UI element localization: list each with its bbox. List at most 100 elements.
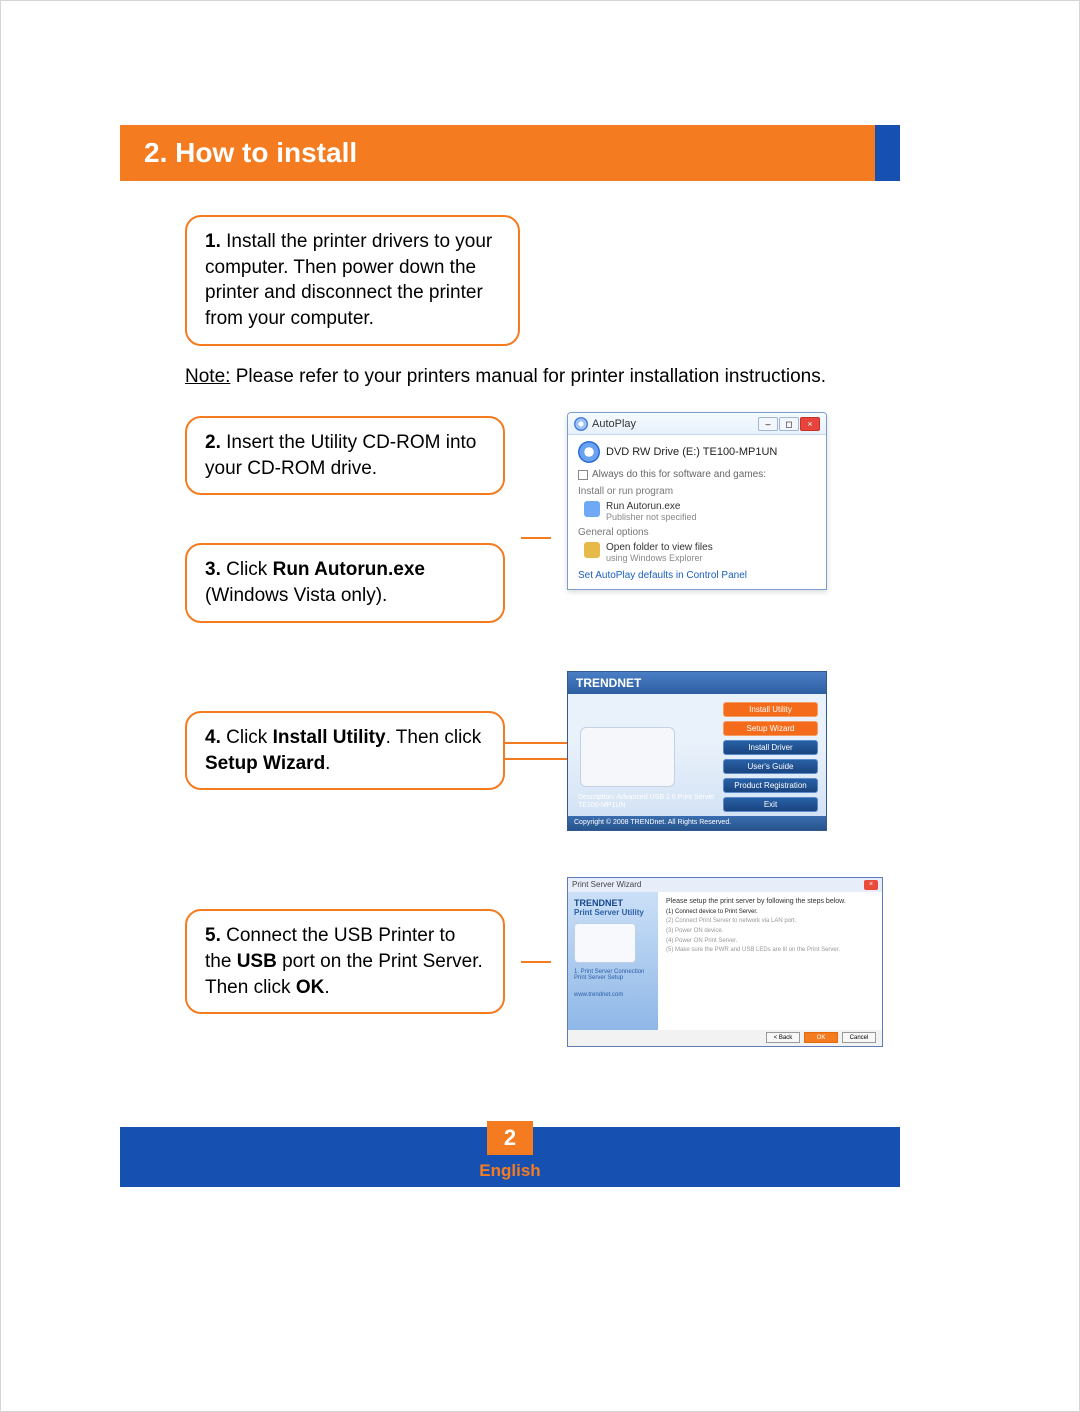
step-5-b2: OK [296,977,325,998]
wizard-side-2: Print Server Setup [574,975,652,982]
cd-icon [574,417,588,431]
device-image [580,727,675,787]
wizard-opt-4: (4) Power ON Print Server. [666,938,874,945]
minimize-icon[interactable]: – [758,417,778,431]
close-icon[interactable]: × [864,880,878,890]
steps-2-3-col: 2. Insert the Utility CD-ROM into your C… [185,412,505,623]
row-installer: 4. Click Install Utility. Then click Set… [185,671,885,831]
step-2-number: 2. [205,432,221,453]
step-3-number: 3. [205,559,221,580]
window-buttons: – ◻ × [758,417,820,431]
step-4-b2: Setup Wizard [205,753,325,774]
installer-caption-2: TE100-MP1UN [578,802,625,809]
users-guide-button[interactable]: User's Guide [723,759,818,774]
setup-wizard-button[interactable]: Setup Wizard [723,721,818,736]
step-3-post: (Windows Vista only). [205,585,387,606]
autoplay-window: AutoPlay – ◻ × DVD RW Drive (E:) TE100-M… [567,412,827,590]
step-3-box: 3. Click Run Autorun.exe (Windows Vista … [185,543,505,622]
page-footer: 2 English [120,1127,900,1187]
installer-brand-bar: TRENDNET [568,672,826,694]
run-autorun-text: Run Autorun.exe Publisher not specified [606,501,697,523]
installer-caption: Description: Advanced USB 2.0 Print Serv… [578,794,715,809]
wizard-sidebar: TRENDNET Print Server Utility 1. Print S… [568,892,658,1030]
step-5-box: 5. Connect the USB Printer to the USB po… [185,909,505,1014]
installer-menu: Install Utility Setup Wizard Install Dri… [723,702,818,816]
note-line: Note: Please refer to your printers manu… [185,364,885,391]
wizard-opt-5: (5) Make sure the PWR and USB LEDs are l… [666,947,874,954]
section-header: 2. How to install [120,125,875,181]
cancel-button[interactable]: Cancel [842,1032,876,1043]
page-number-badge: 2 [487,1121,533,1155]
language-label: English [120,1161,900,1181]
autoplay-body: DVD RW Drive (E:) TE100-MP1UN Always do … [568,435,826,589]
back-button[interactable]: < Back [766,1032,800,1043]
drive-row: DVD RW Drive (E:) TE100-MP1UN [578,441,816,463]
autoplay-defaults-link[interactable]: Set AutoPlay defaults in Control Panel [578,570,816,581]
folder-icon [584,542,600,558]
wizard-window: Print Server Wizard × TRENDNET Print Ser… [567,877,883,1047]
device-thumb [574,923,636,963]
step-1-number: 1. [205,231,221,252]
checkbox-icon[interactable] [578,470,588,480]
step-4-pre: Click [221,727,273,748]
connector-line [521,537,551,539]
step-4-post: . [325,753,330,774]
content-area: 1. Install the printer drivers to your c… [185,215,885,1047]
wizard-url: www.trendnet.com [574,992,652,999]
drive-label: DVD RW Drive (E:) TE100-MP1UN [606,446,777,458]
open-sub: using Windows Explorer [606,553,703,563]
wizard-brand: TRENDNET [574,898,652,908]
step-4-col: 4. Click Install Utility. Then click Set… [185,711,505,790]
wizard-main: Please setup the print server by followi… [658,892,882,1030]
install-utility-button[interactable]: Install Utility [723,702,818,717]
installer-brand: TRENDNET [576,676,641,690]
step-2-box: 2. Insert the Utility CD-ROM into your C… [185,416,505,495]
step-5-b1: USB [237,951,277,972]
autoplay-titlebar: AutoPlay – ◻ × [568,413,826,435]
installer-window: TRENDNET Install Utility Setup Wizard In… [567,671,827,831]
installer-footer: Copyright © 2008 TRENDnet. All Rights Re… [568,816,826,830]
open-name: Open folder to view files [606,542,713,553]
step-5-number: 5. [205,925,221,946]
row-wizard: 5. Connect the USB Printer to the USB po… [185,877,885,1047]
close-icon[interactable]: × [800,417,820,431]
autoplay-title: AutoPlay [592,418,754,430]
wizard-opt-3: (3) Power ON device. [666,928,874,935]
step-5-post: . [324,977,329,998]
wizard-opt-2: (2) Connect Print Server to network via … [666,918,874,925]
step-5-col: 5. Connect the USB Printer to the USB po… [185,909,505,1014]
step-4-number: 4. [205,727,221,748]
always-checkbox-row[interactable]: Always do this for software and games: [578,469,816,480]
install-driver-button[interactable]: Install Driver [723,740,818,755]
section-general-label: General options [578,527,816,538]
disc-icon [578,441,600,463]
checkbox-label: Always do this for software and games: [592,469,766,480]
wizard-product: Print Server Utility [574,908,652,917]
run-autorun-item[interactable]: Run Autorun.exe Publisher not specified [584,501,816,523]
installer-screenshot: TRENDNET Install Utility Setup Wizard In… [567,671,887,831]
section-install-label: Install or run program [578,486,816,497]
step-3-bold: Run Autorun.exe [273,559,425,580]
step-1-text: Install the printer drivers to your comp… [205,231,492,329]
wizard-side-1: 1. Print Server Connection [574,969,652,976]
run-sub: Publisher not specified [606,512,697,522]
step-3-pre: Click [221,559,273,580]
step-2-text: Insert the Utility CD-ROM into your CD-R… [205,432,476,479]
section-title: 2. How to install [144,137,357,169]
row-autoplay: 2. Insert the Utility CD-ROM into your C… [185,412,885,623]
wizard-titlebar: Print Server Wizard × [568,878,882,892]
open-folder-text: Open folder to view files using Windows … [606,542,713,564]
run-name: Run Autorun.exe [606,501,681,512]
program-icon [584,501,600,517]
connector-line [521,961,551,963]
wizard-button-row: < Back OK Cancel [568,1030,882,1046]
step-4-b1: Install Utility [273,727,386,748]
wizard-opt-1: (1) Connect device to Print Server. [666,909,874,916]
exit-button[interactable]: Exit [723,797,818,812]
open-folder-item[interactable]: Open folder to view files using Windows … [584,542,816,564]
product-registration-button[interactable]: Product Registration [723,778,818,793]
page-number: 2 [504,1125,516,1151]
ok-button[interactable]: OK [804,1032,838,1043]
maximize-icon[interactable]: ◻ [779,417,799,431]
wizard-title: Print Server Wizard [572,880,641,889]
